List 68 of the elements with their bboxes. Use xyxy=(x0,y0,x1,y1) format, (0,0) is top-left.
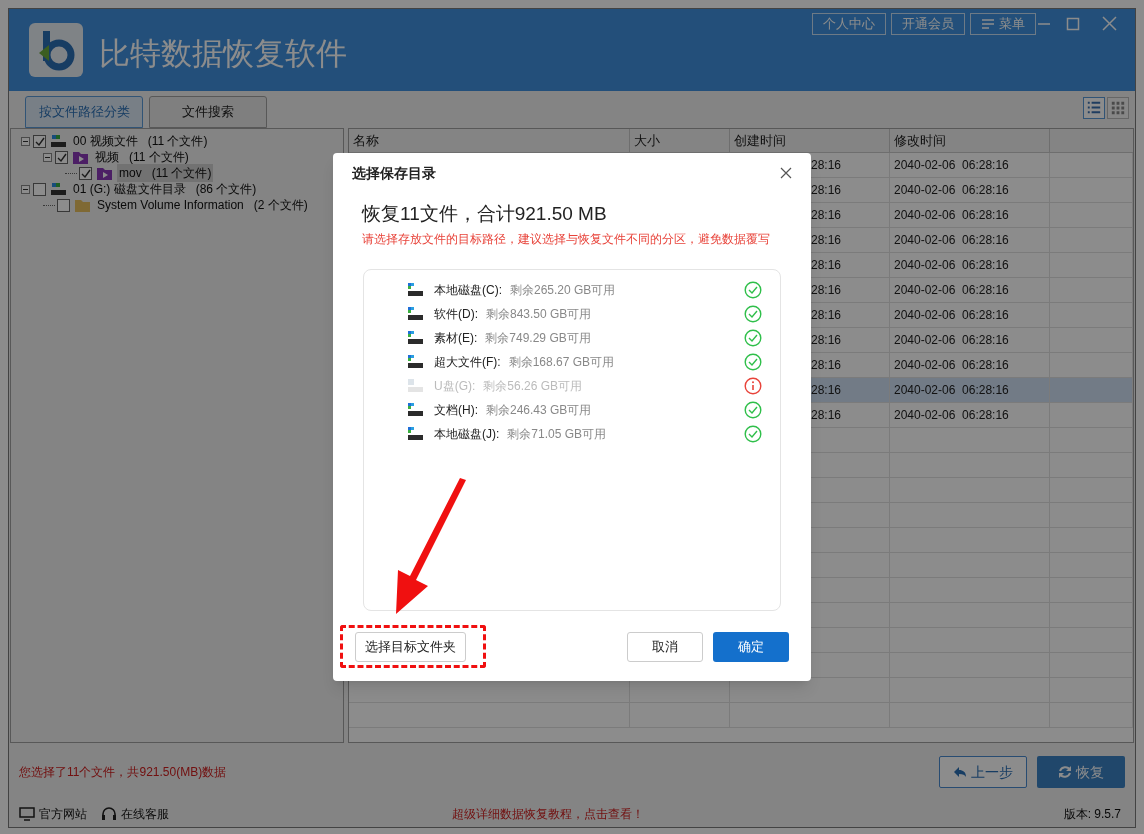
table-cell-text: 2040-02-06 06:28:16 xyxy=(894,407,1009,424)
free-space-text: 剩余843.50 GB可用 xyxy=(486,305,593,323)
table-cell-text: 2040-02-06 06:28:16 xyxy=(894,332,1009,349)
column-header[interactable]: 名称 xyxy=(349,129,630,152)
tab[interactable]: 文件搜索 xyxy=(149,96,267,128)
tree-item[interactable]: 视频 (11 个文件) xyxy=(93,148,191,166)
free-space-text: 剩余56.26 GB可用 xyxy=(483,377,584,395)
table-cell-text: 28:16 xyxy=(811,182,842,199)
table-cell-text: 28:16 xyxy=(811,407,842,424)
column-header[interactable]: 大小 xyxy=(630,129,730,152)
table-cell-text: 28:16 xyxy=(811,232,842,249)
free-space-text: 剩余246.43 GB可用 xyxy=(486,401,593,419)
drive-item[interactable]: 本地磁盘(C): 剩余265.20 GB可用 xyxy=(364,277,780,302)
warning-text: 请选择存放文件的目标路径，建议选择与恢复文件不同的分区，避免数据覆写 xyxy=(361,231,771,247)
free-space-text: 剩余71.05 GB可用 xyxy=(507,425,608,443)
tree-item[interactable]: mov (11 个文件) xyxy=(117,164,214,182)
column-header[interactable]: 创建时间 xyxy=(730,129,890,152)
drive-name: 素材(E): xyxy=(434,329,478,347)
app-title: 比特数据恢复软件 xyxy=(99,35,347,73)
cancel-button[interactable]: 取消 xyxy=(627,631,703,662)
table-cell-text: 2040-02-06 06:28:16 xyxy=(894,282,1009,299)
drive-name: 本地磁盘(C): xyxy=(434,281,502,299)
drive-name: 文档(H): xyxy=(434,401,478,419)
table-cell-text: 2040-02-06 06:28:16 xyxy=(894,257,1009,274)
table-cell-text: 28:16 xyxy=(811,282,842,299)
drive-name: U盘(G): xyxy=(434,377,476,395)
column-header[interactable]: 修改时间 xyxy=(890,129,1050,152)
table-cell-text: 28:16 xyxy=(811,307,842,324)
drive-item[interactable]: 软件(D): 剩余843.50 GB可用 xyxy=(364,301,780,326)
drive-item[interactable]: 超大文件(F): 剩余168.67 GB可用 xyxy=(364,349,780,374)
drive-name: 本地磁盘(J): xyxy=(434,425,500,443)
header-button[interactable]: 菜单 xyxy=(970,13,1036,35)
drive-name: 超大文件(F): xyxy=(434,353,501,371)
tutorial-link[interactable]: 超级详细数据恢复教程，点击查看！ xyxy=(452,805,644,823)
table-cell-text: 28:16 xyxy=(811,157,842,174)
website-link[interactable]: 官方网站 xyxy=(39,805,87,823)
dialog-heading: 恢复11文件，合计921.50 MB xyxy=(360,202,608,226)
tree-item[interactable]: 00 视频文件 (11 个文件) xyxy=(71,132,210,150)
table-cell-text: 28:16 xyxy=(811,207,842,224)
table-cell-text: 2040-02-06 06:28:16 xyxy=(894,232,1009,249)
tree-item[interactable]: System Volume Information (2 个文件) xyxy=(95,196,310,214)
choose-folder-button[interactable]: 选择目标文件夹 xyxy=(355,631,466,662)
table-cell-text: 2040-02-06 06:28:16 xyxy=(894,207,1009,224)
drive-item[interactable]: 素材(E): 剩余749.29 GB可用 xyxy=(364,325,780,350)
dialog-title: 选择保存目录 xyxy=(352,163,436,183)
table-cell-text: 2040-02-06 06:28:16 xyxy=(894,157,1009,174)
drive-item[interactable]: 本地磁盘(J): 剩余71.05 GB可用 xyxy=(364,421,780,446)
tree-item[interactable]: 01 (G:) 磁盘文件目录 (86 个文件) xyxy=(71,180,259,198)
support-link[interactable]: 在线客服 xyxy=(121,805,169,823)
table-cell-text: 28:16 xyxy=(811,332,842,349)
recover-button[interactable]: 恢复 xyxy=(1037,756,1125,788)
table-cell-text: 28:16 xyxy=(811,357,842,374)
table-cell-text: 2040-02-06 06:28:16 xyxy=(894,357,1009,374)
version-label: 版本: 9.5.7 xyxy=(1063,806,1121,823)
table-cell-text: 28:16 xyxy=(811,257,842,274)
back-button[interactable]: 上一步 xyxy=(939,756,1027,788)
table-cell-text: 2040-02-06 06:28:16 xyxy=(894,307,1009,324)
table-cell-text: 2040-02-06 06:28:16 xyxy=(894,382,1009,399)
drive-item[interactable]: 文档(H): 剩余246.43 GB可用 xyxy=(364,397,780,422)
free-space-text: 剩余265.20 GB可用 xyxy=(510,281,617,299)
ok-button[interactable]: 确定 xyxy=(713,631,789,662)
selection-summary: 您选择了11个文件，共921.50(MB)数据 xyxy=(19,764,228,781)
table-cell-text: 2040-02-06 06:28:16 xyxy=(894,182,1009,199)
drive-name: 软件(D): xyxy=(434,305,478,323)
tab[interactable]: 按文件路径分类 xyxy=(25,96,143,128)
free-space-text: 剩余749.29 GB可用 xyxy=(485,329,592,347)
free-space-text: 剩余168.67 GB可用 xyxy=(508,353,616,371)
table-cell-text: 28:16 xyxy=(811,382,842,399)
